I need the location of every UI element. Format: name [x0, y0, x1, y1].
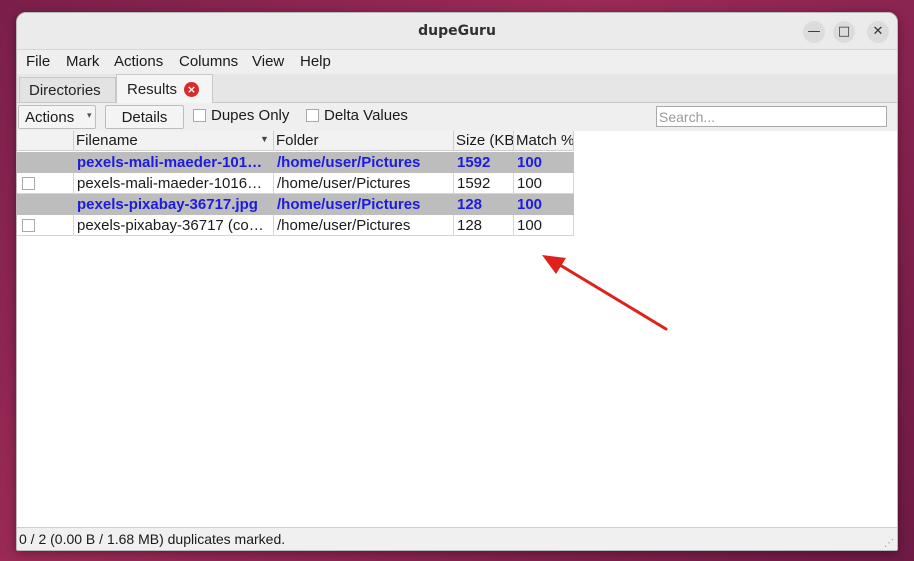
- annotation-arrow-head: [542, 255, 566, 274]
- annotation-arrow-line: [558, 263, 668, 331]
- annotation-arrow: [542, 255, 668, 331]
